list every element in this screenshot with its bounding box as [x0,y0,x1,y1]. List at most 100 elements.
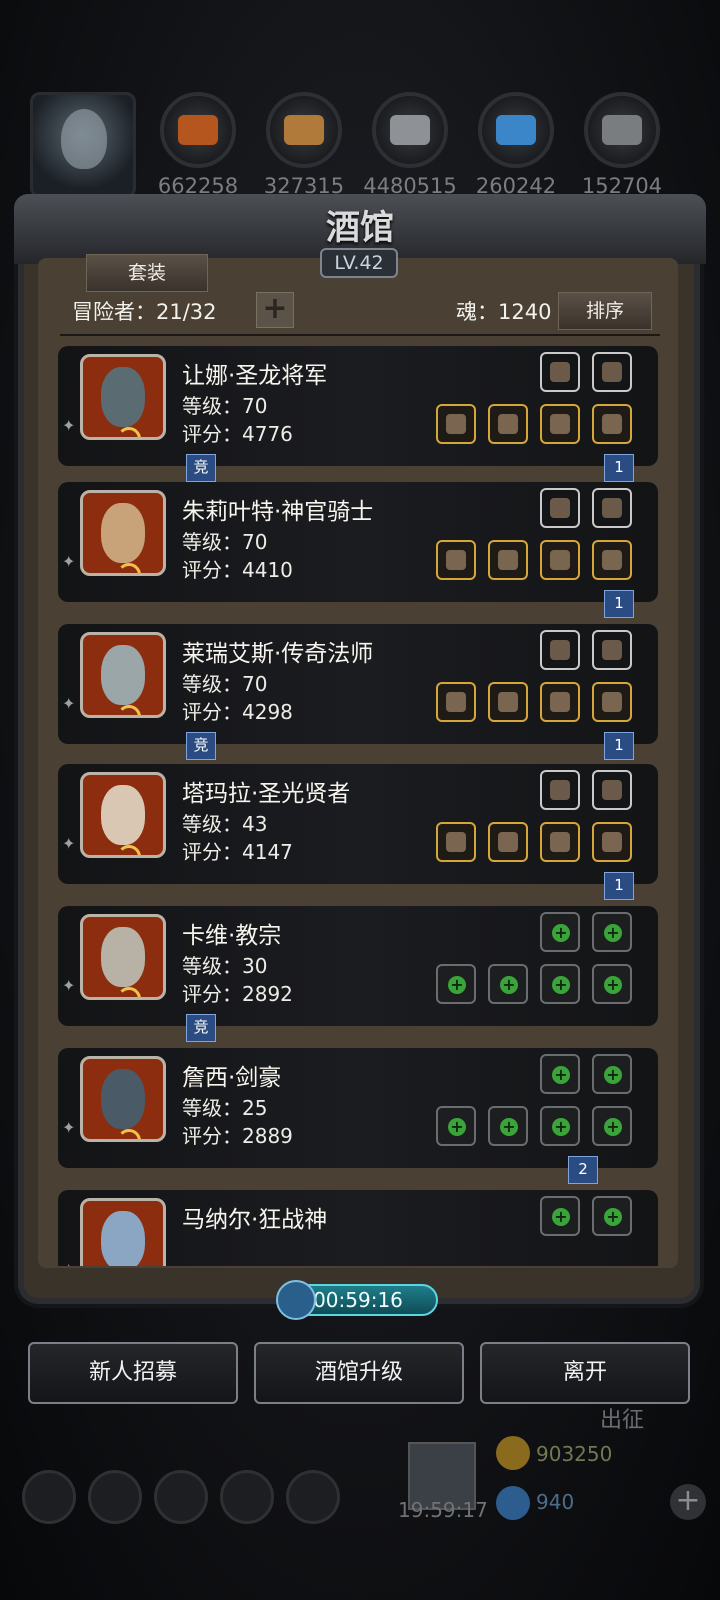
timer-text: 00:59:16 [313,1288,403,1312]
amulet-icon[interactable] [592,540,632,580]
set-tab-button[interactable]: 套装 [86,254,208,292]
resource-slot[interactable] [160,92,236,168]
hero-card[interactable]: ✦ 马纳尔·狂战神 + + [58,1190,658,1266]
add-icon[interactable]: + [592,964,632,1004]
expand-slots-button[interactable]: + [256,292,294,328]
item-glyph [602,780,622,800]
hero-name: 詹西·剑豪 [182,1065,282,1091]
add-icon[interactable]: + [592,912,632,952]
amulet-icon[interactable] [592,682,632,722]
shield-icon[interactable] [88,1470,142,1524]
staff-icon[interactable] [436,682,476,722]
robe-icon[interactable] [488,540,528,580]
gauntlet-icon[interactable] [592,488,632,528]
leave-button[interactable]: 离开 [480,1342,690,1404]
plus-icon: + [448,976,466,994]
necklace-icon[interactable] [540,770,580,810]
hero-card[interactable]: ✦ 莱瑞艾斯·传奇法师 等级：70 评分：4298 [58,624,658,744]
hero-card[interactable]: ✦ 让娜·圣龙将军 等级：70 评分：4776 [58,346,658,466]
boots-icon[interactable] [592,404,632,444]
upgrade-tavern-button[interactable]: 酒馆升级 [254,1342,464,1404]
hero-card[interactable]: ✦ 塔玛拉·圣光贤者 等级：43 评分：4147 [58,764,658,884]
armor-icon[interactable] [540,822,580,862]
sort-button[interactable]: 排序 [558,292,652,330]
armor-icon[interactable] [540,682,580,722]
team-tag: 1 [604,872,634,900]
mace-icon[interactable] [436,540,476,580]
castle-icon[interactable] [154,1470,208,1524]
add-icon[interactable]: + [540,912,580,952]
add-icon[interactable]: + [540,964,580,1004]
team-tag: 1 [604,590,634,618]
resource-slot[interactable] [372,92,448,168]
mail-icon[interactable] [220,1470,274,1524]
robe-icon[interactable] [488,682,528,722]
figure-icon: ✦ [62,834,76,853]
gauntlet-icon[interactable] [540,488,580,528]
hero-portrait[interactable] [80,1198,166,1266]
arena-tag: 竞 [186,1014,216,1042]
add-icon[interactable]: + [540,1054,580,1094]
add-icon[interactable]: + [592,1054,632,1094]
item-glyph [498,832,518,852]
hero-face [101,645,145,705]
hero-name: 马纳尔·狂战神 [182,1207,328,1233]
hero-card[interactable]: ✦ 詹西·剑豪 等级：25 评分：2889 + + + + + + [58,1048,658,1168]
hero-portrait[interactable] [80,490,166,576]
plus-icon: + [604,1118,622,1136]
plus-icon: + [552,1208,570,1226]
resource-slot[interactable] [478,92,554,168]
add-icon[interactable]: + [592,1106,632,1146]
ring-icon[interactable] [540,404,580,444]
robe-icon[interactable] [488,822,528,862]
hammer-icon[interactable] [436,822,476,862]
resource-slot[interactable] [266,92,342,168]
scroll-icon[interactable] [592,630,632,670]
hero-portrait[interactable] [80,1056,166,1142]
robe-icon[interactable] [488,404,528,444]
item-glyph [550,550,570,570]
hero-face [101,1211,145,1266]
hero-score: 评分：2889 [182,1124,293,1148]
hero-portrait[interactable] [80,914,166,1000]
stone-icon [390,115,430,145]
hero-portrait[interactable] [80,772,166,858]
sword-icon[interactable] [540,352,580,392]
add-currency-button[interactable]: + [670,1484,706,1520]
hero-portrait[interactable] [80,632,166,718]
item-glyph [550,692,570,712]
book-icon[interactable] [592,770,632,810]
hero-card[interactable]: ✦ 卡维·教宗 等级：30 评分：2892 + + + + + + [58,906,658,1026]
add-icon[interactable]: + [540,1106,580,1146]
resource-slot[interactable] [584,92,660,168]
axe-icon[interactable] [592,352,632,392]
add-icon[interactable]: + [488,964,528,1004]
add-icon[interactable]: + [436,964,476,1004]
item-glyph [550,640,570,660]
longsword-icon[interactable] [436,404,476,444]
recruit-button[interactable]: 新人招募 [28,1342,238,1404]
skull-icon[interactable] [286,1470,340,1524]
add-icon[interactable]: + [488,1106,528,1146]
item-glyph [446,550,466,570]
bracelet-icon[interactable] [540,630,580,670]
gift-timer: 19:59:17 [398,1498,488,1522]
plus-icon: + [552,1066,570,1084]
hero-list[interactable]: ✦ 让娜·圣龙将军 等级：70 评分：4776 竞 1 ✦ 朱莉叶特·神官骑士 等级… [58,346,660,1266]
add-icon[interactable]: + [540,1196,580,1236]
plus-icon: + [604,976,622,994]
add-icon[interactable]: + [436,1106,476,1146]
expedition-label[interactable]: 出征 [600,1402,644,1434]
player-avatar[interactable] [30,92,136,198]
armor-icon[interactable] [540,540,580,580]
hero-card[interactable]: ✦ 朱莉叶特·神官骑士 等级：70 评分：4410 [58,482,658,602]
gloves-icon[interactable] [592,822,632,862]
hero-score: 评分：4298 [182,700,293,724]
hero-portrait[interactable] [80,354,166,440]
add-icon[interactable]: + [592,1196,632,1236]
moon-badge-icon [117,845,141,855]
hero-face [101,503,145,563]
plus-icon: + [552,924,570,942]
item-glyph [602,498,622,518]
settings-icon[interactable] [22,1470,76,1524]
